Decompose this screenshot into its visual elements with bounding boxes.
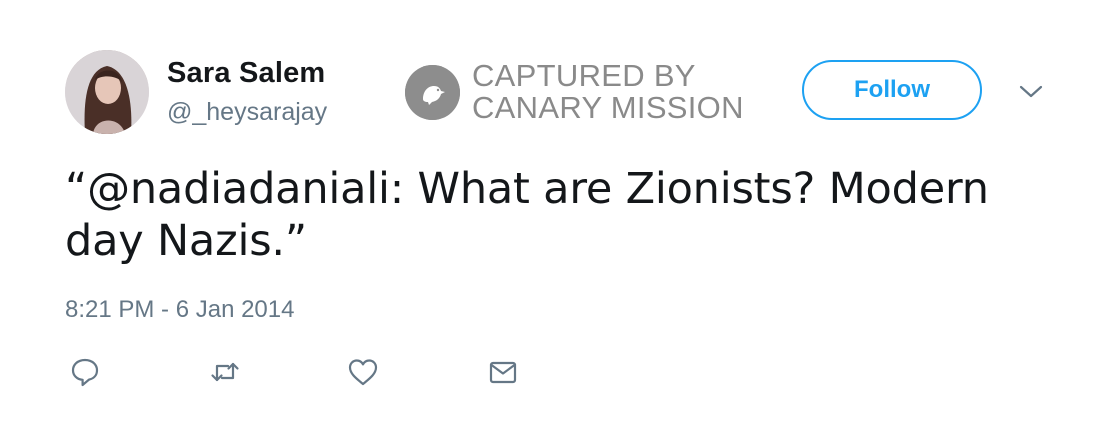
message-icon bbox=[489, 361, 517, 384]
follow-button[interactable]: Follow bbox=[802, 60, 982, 120]
reply-icon bbox=[71, 358, 99, 387]
watermark: CAPTURED BY CANARY MISSION bbox=[405, 60, 744, 124]
direct-message-button[interactable] bbox=[483, 352, 523, 392]
tweet-text: “@nadiadaniali: What are Zionists? Moder… bbox=[65, 163, 1045, 267]
canary-bird-icon bbox=[405, 64, 460, 120]
tweet-actions bbox=[65, 352, 545, 392]
chevron-down-icon[interactable] bbox=[1018, 82, 1044, 102]
retweet-button[interactable] bbox=[205, 352, 245, 392]
watermark-line-1: CAPTURED BY bbox=[472, 58, 696, 93]
like-button[interactable] bbox=[343, 352, 383, 392]
reply-button[interactable] bbox=[65, 352, 105, 392]
tweet-text-line-1: “@nadiadaniali: What are Zionists? Moder… bbox=[65, 164, 989, 214]
display-name[interactable]: Sara Salem bbox=[167, 57, 325, 90]
avatar[interactable] bbox=[65, 50, 149, 134]
tweet-card: Sara Salem @_heysarajay CAPTURED BY CANA… bbox=[0, 0, 1111, 436]
user-handle[interactable]: @_heysarajay bbox=[167, 98, 327, 127]
tweet-timestamp[interactable]: 8:21 PM - 6 Jan 2014 bbox=[65, 296, 294, 324]
avatar-photo bbox=[65, 50, 149, 134]
watermark-text: CAPTURED BY CANARY MISSION bbox=[472, 60, 744, 124]
like-icon bbox=[348, 359, 378, 386]
retweet-icon bbox=[211, 362, 239, 382]
tweet-text-line-2: day Nazis.” bbox=[65, 216, 307, 266]
watermark-line-2: CANARY MISSION bbox=[472, 90, 744, 125]
